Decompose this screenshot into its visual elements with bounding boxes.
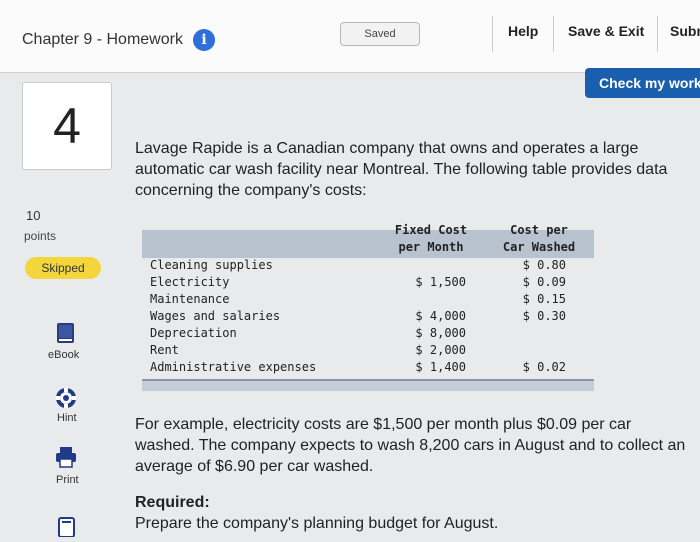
question-body: Lavage Rapide is a Canadian company that… — [135, 138, 695, 201]
print-icon[interactable] — [55, 446, 77, 473]
table-row: Electricity $ 1,500 $ 0.09 — [142, 275, 594, 292]
divider — [492, 16, 493, 52]
per-car-cost-value: $ 0.30 — [522, 309, 566, 323]
divider — [553, 16, 554, 52]
table-row: Rent $ 2,000 — [142, 343, 594, 360]
table-row: Cleaning supplies $ 0.80 — [142, 258, 594, 275]
points-value: 10 — [26, 208, 41, 223]
table-row: Depreciation $ 8,000 — [142, 326, 594, 343]
help-button[interactable]: Help — [508, 23, 538, 39]
per-car-cost-value: $ 0.09 — [522, 275, 566, 289]
required-label: Required: — [135, 494, 210, 511]
status-badge: Skipped — [25, 257, 101, 279]
header-line: Cost per — [510, 223, 568, 237]
ebook-label[interactable]: eBook — [48, 349, 79, 361]
saved-status: Saved — [340, 22, 420, 46]
column-header-per-car: Cost per Car Washed — [494, 222, 584, 256]
table-row: Administrative expenses $ 1,400 $ 0.02 — [142, 360, 594, 377]
points-label: points — [24, 229, 57, 243]
references-icon[interactable] — [57, 516, 77, 542]
fixed-cost-value: $ 4,000 — [415, 309, 466, 323]
cost-item-label: Wages and salaries — [150, 309, 281, 323]
check-my-work-button[interactable]: Check my work — [585, 68, 700, 98]
header-line: Car Washed — [502, 240, 576, 254]
submit-button[interactable]: Subm — [670, 23, 700, 39]
cost-item-label: Administrative expenses — [150, 360, 317, 374]
per-car-cost-value: $ 0.80 — [522, 258, 566, 272]
top-bar: Chapter 9 - Homework i Saved Help Save &… — [0, 0, 700, 73]
cost-item-label: Depreciation — [150, 326, 237, 340]
info-icon[interactable]: i — [193, 29, 215, 51]
cost-item-label: Electricity — [150, 275, 230, 289]
fixed-cost-value: $ 2,000 — [415, 343, 466, 357]
cost-item-label: Rent — [150, 343, 179, 357]
fixed-cost-value: $ 8,000 — [415, 326, 466, 340]
cost-item-label: Cleaning supplies — [150, 258, 273, 272]
intro-paragraph: Lavage Rapide is a Canadian company that… — [135, 140, 668, 199]
hint-icon[interactable] — [55, 387, 77, 414]
table-row: Maintenance $ 0.15 — [142, 292, 594, 309]
divider — [657, 16, 658, 52]
save-exit-button[interactable]: Save & Exit — [568, 23, 644, 39]
cost-item-label: Maintenance — [150, 292, 230, 306]
required-text: Prepare the company's planning budget fo… — [135, 515, 499, 532]
ebook-icon[interactable] — [56, 322, 76, 349]
assignment-title: Chapter 9 - Homework — [22, 31, 183, 48]
print-label[interactable]: Print — [56, 474, 79, 486]
hint-label[interactable]: Hint — [57, 412, 77, 424]
table-header: Fixed Cost per Month Cost per Car Washed — [142, 222, 594, 258]
fixed-cost-value: $ 1,500 — [415, 275, 466, 289]
header-line: per Month — [398, 240, 464, 254]
table-footer-band — [142, 379, 594, 391]
cost-table: Fixed Cost per Month Cost per Car Washed… — [142, 222, 594, 391]
table-rows: Cleaning supplies $ 0.80 Electricity $ 1,50… — [142, 258, 594, 377]
table-row: Wages and salaries $ 4,000 $ 0.30 — [142, 309, 594, 326]
per-car-cost-value: $ 0.15 — [522, 292, 566, 306]
per-car-cost-value: $ 0.02 — [522, 360, 566, 374]
question-number: 4 — [22, 82, 112, 170]
example-paragraph: For example, electricity costs are $1,50… — [135, 416, 686, 475]
required-section: Required: Prepare the company's planning… — [135, 492, 695, 534]
fixed-cost-value: $ 1,400 — [415, 360, 466, 374]
column-header-fixed: Fixed Cost per Month — [386, 222, 476, 256]
header-line: Fixed Cost — [394, 223, 468, 237]
